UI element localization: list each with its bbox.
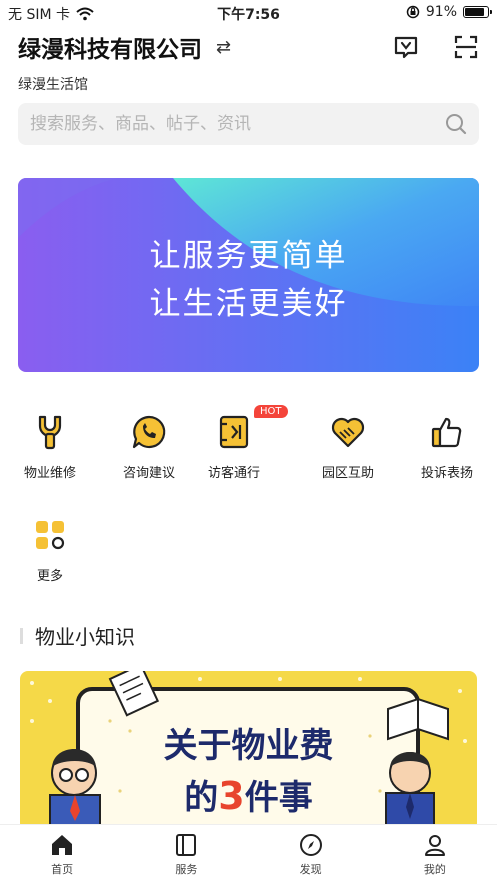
message-icon[interactable] xyxy=(393,34,419,60)
header: 绿漫科技有限公司 ⇄ 绿漫生活馆 xyxy=(18,30,479,94)
swap-icon[interactable]: ⇄ xyxy=(216,37,231,58)
book-icon xyxy=(176,834,197,856)
banner-text: 让服务更简单 让生活更美好 xyxy=(18,232,479,328)
service-label: 咨询建议 xyxy=(122,466,175,481)
wrench-icon xyxy=(38,415,62,450)
service-label: 访客通行 xyxy=(207,466,260,481)
battery-icon xyxy=(463,6,492,18)
section-title: 物业小知识 xyxy=(35,625,135,649)
search-icon[interactable] xyxy=(445,113,467,135)
service-label: 更多 xyxy=(36,569,63,584)
service-label: 园区互助 xyxy=(321,466,374,481)
home-icon xyxy=(52,835,73,855)
tab-services[interactable]: 服务 xyxy=(124,825,248,883)
banner-line-2: 让生活更美好 xyxy=(149,286,348,322)
grid-more-icon xyxy=(36,521,65,550)
tab-discover[interactable]: 发现 xyxy=(249,825,373,883)
service-visitor-pass[interactable]: 访客通行 xyxy=(189,412,279,481)
handshake-heart-icon xyxy=(331,417,365,448)
tab-label: 服务 xyxy=(175,863,198,876)
compass-icon xyxy=(299,834,322,856)
article-title-prefix: 的 xyxy=(184,778,219,818)
battery-percent: 91% xyxy=(425,4,457,20)
article-title-number: 3 xyxy=(218,774,245,818)
orientation-lock-icon xyxy=(406,5,420,19)
tab-bar: 首页 服务 发现 我的 xyxy=(0,824,497,883)
visitor-pass-icon xyxy=(219,415,249,449)
store-subtitle: 绿漫生活馆 xyxy=(18,77,88,93)
article-title-line-2: 的3件事 xyxy=(0,770,497,819)
battery-fill xyxy=(465,8,485,16)
company-name[interactable]: 绿漫科技有限公司 xyxy=(18,30,202,64)
service-more[interactable]: 更多 xyxy=(5,515,95,584)
status-right: 91% xyxy=(406,4,492,20)
service-mutual-aid[interactable]: 园区互助 xyxy=(303,412,393,481)
service-label: 物业维修 xyxy=(23,466,76,481)
service-complaint-praise[interactable]: 投诉表扬 xyxy=(402,412,492,481)
article-title-line-1: 关于物业费 xyxy=(163,726,334,766)
section-header: 物业小知识 xyxy=(20,621,135,650)
hot-badge: HOT xyxy=(254,405,288,418)
header-actions xyxy=(393,34,479,60)
thumbs-up-icon xyxy=(431,417,462,448)
section-accent-bar xyxy=(20,627,23,644)
service-label: 投诉表扬 xyxy=(420,466,473,481)
tab-label: 首页 xyxy=(51,863,74,876)
tab-mine[interactable]: 我的 xyxy=(373,825,497,883)
service-property-repair[interactable]: 物业维修 xyxy=(5,412,95,481)
user-icon xyxy=(424,835,445,856)
search-input[interactable] xyxy=(30,114,445,134)
status-bar: 无 SIM 卡 下午7:56 91% xyxy=(0,0,497,26)
tab-label: 我的 xyxy=(423,863,446,876)
tab-home[interactable]: 首页 xyxy=(0,825,124,883)
chat-phone-icon xyxy=(132,415,166,449)
tab-label: 发现 xyxy=(299,863,322,876)
article-title-suffix: 件事 xyxy=(244,778,313,818)
banner-line-1: 让服务更简单 xyxy=(149,238,348,274)
service-consult[interactable]: 咨询建议 xyxy=(104,412,194,481)
search-bar[interactable] xyxy=(18,103,479,145)
scan-icon[interactable] xyxy=(453,34,479,60)
promo-banner[interactable]: 让服务更简单 让生活更美好 xyxy=(18,178,479,372)
